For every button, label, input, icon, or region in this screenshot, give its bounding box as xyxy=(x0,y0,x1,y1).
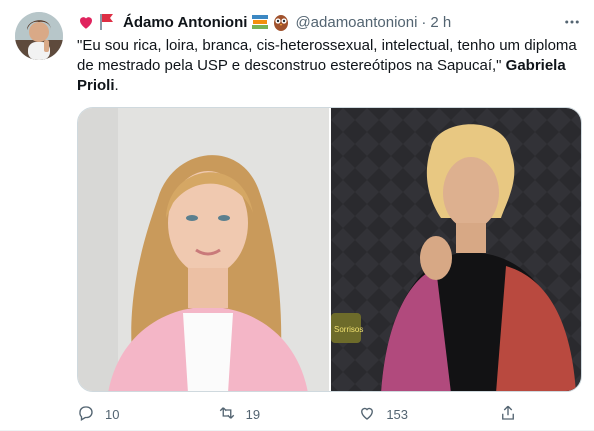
author-name[interactable]: Ádamo Antonioni xyxy=(123,14,247,31)
share-icon[interactable] xyxy=(499,404,517,425)
tweet-text-end: . xyxy=(114,77,119,94)
media-badge: Sorrisos xyxy=(334,325,363,334)
separator-dot: · xyxy=(421,13,427,31)
author-avatar[interactable] xyxy=(15,12,63,60)
tweet[interactable]: Ádamo Antonioni @adamoantonioni · 2 h "E… xyxy=(0,0,594,431)
tweet-header: Ádamo Antonioni @adamoantonioni · 2 h xyxy=(77,10,582,34)
retweet-count: 19 xyxy=(245,406,261,422)
retweet-button[interactable]: 19 xyxy=(218,404,328,425)
media-photo-right[interactable]: Sorrisos xyxy=(330,108,581,391)
like-count: 153 xyxy=(386,406,409,422)
tweet-media[interactable]: Sorrisos xyxy=(77,107,582,392)
media-photo-left[interactable] xyxy=(78,108,329,391)
reply-icon[interactable] xyxy=(77,404,95,425)
tweet-text: "Eu sou rica, loira, branca, cis-heteros… xyxy=(77,36,582,96)
heart-emoji xyxy=(77,13,95,31)
owl-emoji xyxy=(273,13,289,31)
like-icon[interactable] xyxy=(358,404,376,425)
tweet-text-main: "Eu sou rica, loira, branca, cis-heteros… xyxy=(77,37,577,74)
share-button[interactable] xyxy=(499,404,517,425)
author-handle[interactable]: @adamoantonioni xyxy=(295,14,417,31)
tweet-actions: 10 19 153 xyxy=(77,402,517,426)
retweet-icon[interactable] xyxy=(218,404,236,425)
tweet-time[interactable]: 2 h xyxy=(430,14,451,31)
books-emoji xyxy=(251,14,269,30)
more-icon[interactable] xyxy=(558,8,586,36)
like-button[interactable]: 153 xyxy=(358,404,468,425)
red-flag-emoji xyxy=(99,13,115,31)
reply-button[interactable]: 10 xyxy=(77,404,187,425)
reply-count: 10 xyxy=(105,406,120,422)
